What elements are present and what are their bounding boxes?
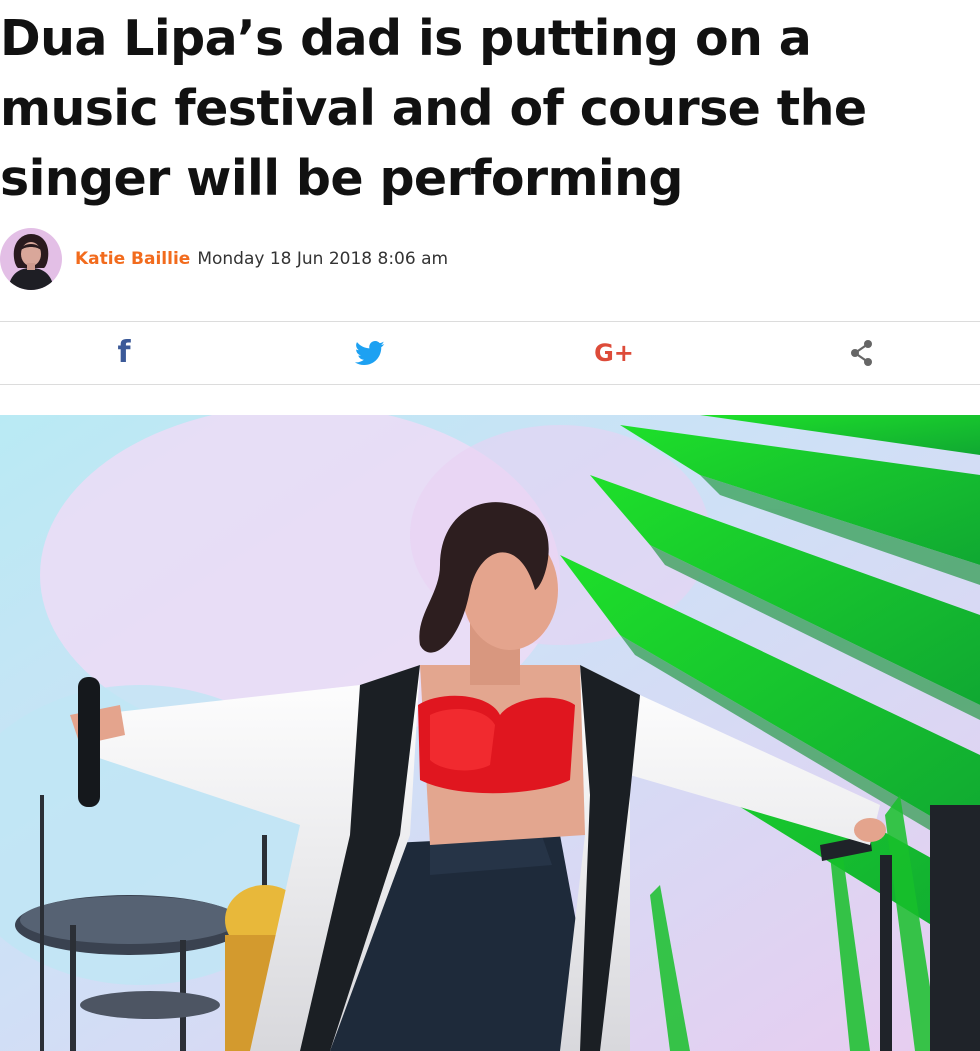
google-plus-share-button[interactable]: G+ xyxy=(584,322,644,384)
share-more-button[interactable] xyxy=(832,322,892,384)
share-bar: f G+ xyxy=(0,321,980,385)
facebook-share-button[interactable]: f xyxy=(94,322,154,384)
google-plus-icon: G+ xyxy=(594,339,634,367)
byline: Katie Baillie Monday 18 Jun 2018 8:06 am xyxy=(0,227,448,291)
facebook-icon: f xyxy=(117,335,131,370)
author-name-link[interactable]: Katie Baillie xyxy=(75,249,190,269)
author-avatar[interactable] xyxy=(0,228,62,290)
share-icon xyxy=(847,338,877,368)
twitter-share-button[interactable] xyxy=(340,322,400,384)
twitter-icon xyxy=(355,340,385,366)
publish-date: Monday 18 Jun 2018 8:06 am xyxy=(197,249,449,269)
article-hero-image xyxy=(0,415,980,1051)
article-headline: Dua Lipa’s dad is putting on a music fes… xyxy=(0,10,867,207)
